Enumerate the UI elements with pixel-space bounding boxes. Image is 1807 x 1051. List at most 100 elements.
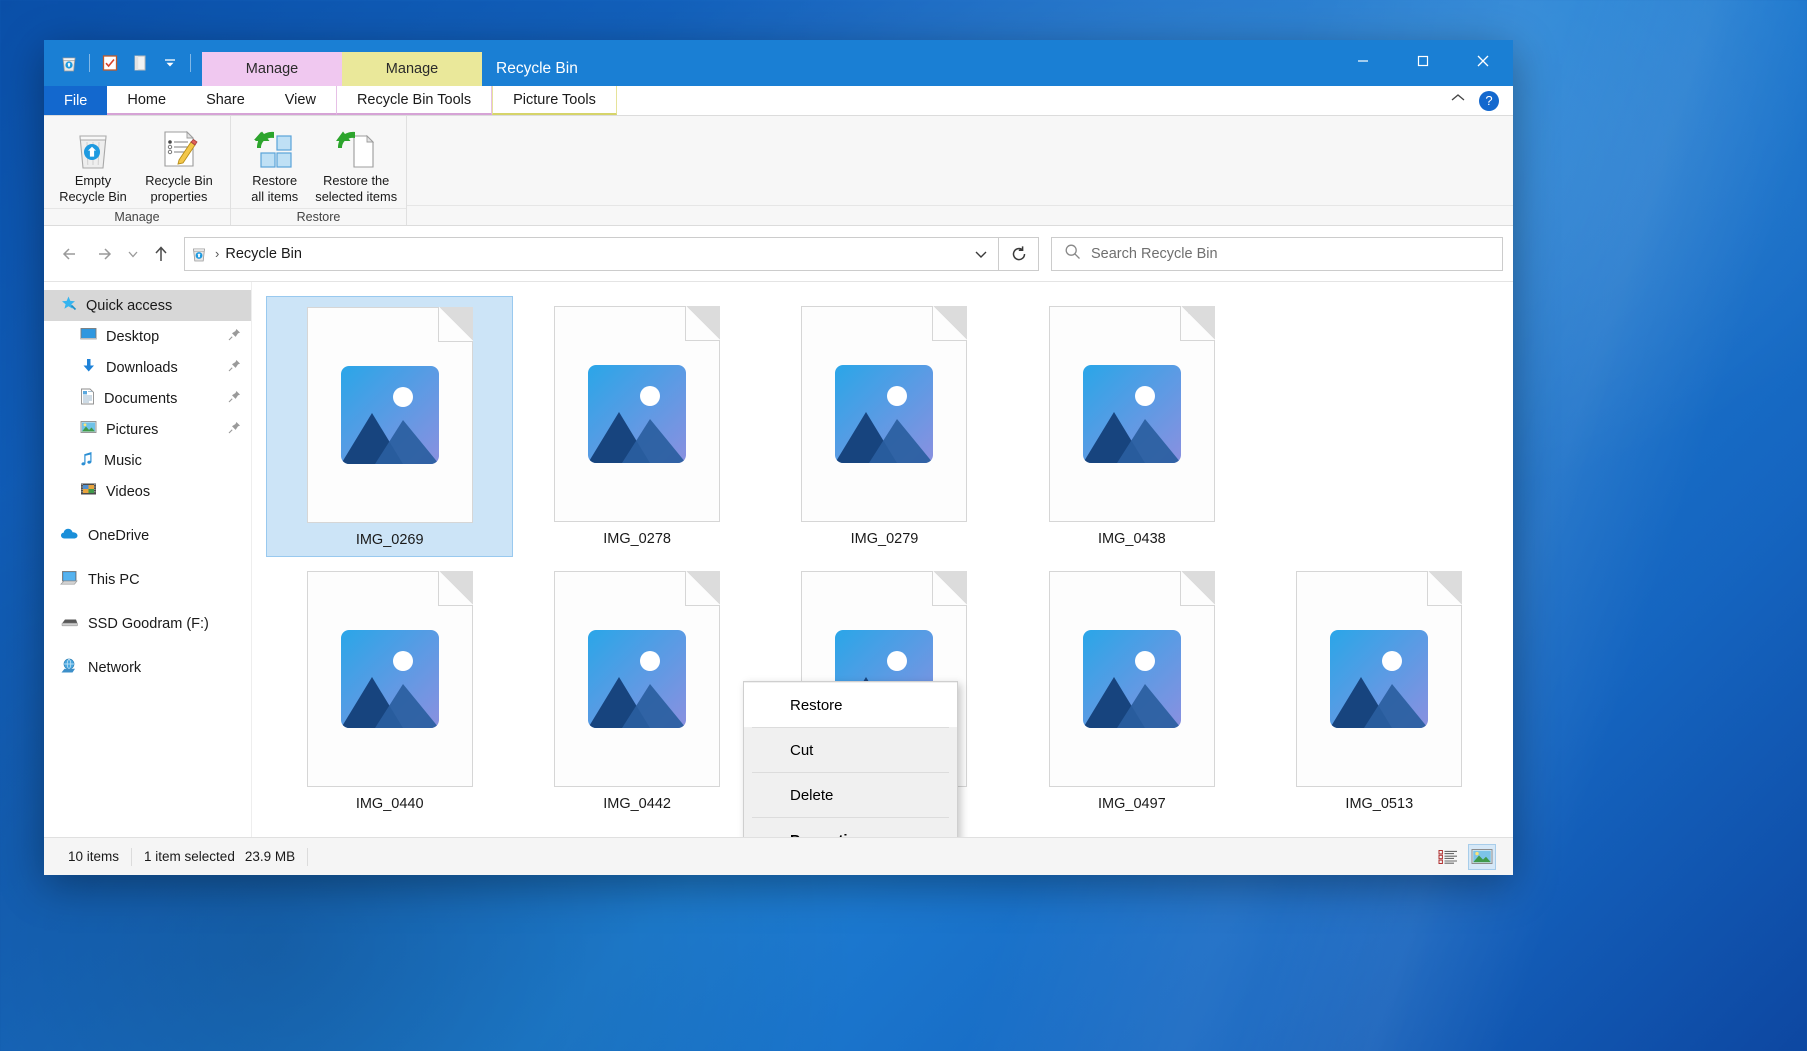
context-menu-item-restore[interactable]: Restore [744,683,957,727]
breadcrumb-recycle-bin[interactable]: Recycle Bin [225,246,302,262]
pin-icon[interactable] [228,328,241,345]
empty-recycle-bin-label-line2: Recycle Bin [59,189,127,204]
minimize-button[interactable] [1333,40,1393,82]
context-menu-item-cut[interactable]: Cut [744,728,957,772]
window-controls [1333,40,1513,82]
sidebar-item-music[interactable]: Music [44,445,251,476]
picture-icon [588,365,686,463]
recycle-bin-icon[interactable] [56,50,82,76]
cloud-icon [60,527,79,545]
picture-icon [1083,365,1181,463]
sidebar-label: Documents [104,391,177,407]
sidebar-label: Downloads [106,360,178,376]
pin-icon[interactable] [228,359,241,376]
file-tile[interactable]: IMG_0438 [1008,296,1255,557]
search-box[interactable]: Search Recycle Bin [1051,237,1503,271]
search-input[interactable]: Search Recycle Bin [1091,246,1218,262]
address-dropdown-icon[interactable] [964,248,998,260]
maximize-button[interactable] [1393,40,1453,82]
tab-file[interactable]: File [44,86,107,115]
contextual-tab-headers: Manage Manage [202,40,482,86]
address-bar[interactable]: › Recycle Bin [184,237,999,271]
status-item-count: 10 items [56,849,131,864]
pictures-icon [80,420,97,439]
large-icons-view-button[interactable] [1469,845,1495,869]
sidebar-item-onedrive[interactable]: OneDrive [44,520,251,551]
recycle-bin-properties-button[interactable]: Recycle Bin properties [136,124,222,208]
tab-share[interactable]: Share [186,86,265,115]
sidebar-item-pictures[interactable]: Pictures [44,414,251,445]
sidebar-label: This PC [88,572,140,588]
sidebar-spacer [44,551,251,564]
restore-selected-items-icon [334,128,378,170]
file-tile[interactable]: IMG_0513 [1256,561,1503,820]
empty-recycle-bin-button[interactable]: Empty Recycle Bin [50,124,136,208]
empty-recycle-bin-icon [73,128,113,170]
tab-view[interactable]: View [265,86,336,115]
toolbar-divider [190,54,191,72]
tab-picture-tools[interactable]: Picture Tools [492,86,617,115]
properties-icon[interactable] [97,50,123,76]
file-thumbnail [1049,571,1215,787]
context-menu-item-properties[interactable]: Properties [744,818,957,837]
file-name: IMG_0442 [603,796,671,812]
sidebar-item-desktop[interactable]: Desktop [44,321,251,352]
sidebar-item-this-pc[interactable]: This PC [44,564,251,595]
file-tile[interactable]: IMG_0497 [1008,561,1255,820]
ribbon-group-restore: Restore all items Restore th [230,116,406,225]
address-toolbar: › Recycle Bin Search Recycle Bin [44,226,1513,282]
main-area: Quick access Desktop [44,282,1513,837]
customize-chevron-icon[interactable] [157,50,183,76]
context-menu-item-delete[interactable]: Delete [744,773,957,817]
refresh-button[interactable] [999,237,1039,271]
file-tile[interactable]: IMG_0442 [513,561,760,820]
details-view-button[interactable] [1435,845,1461,869]
back-button[interactable] [54,237,88,271]
sidebar-label: OneDrive [88,528,149,544]
sidebar-item-network[interactable]: Network [44,652,251,683]
network-icon [60,658,79,678]
contextual-tab-manage-picture[interactable]: Manage [342,52,482,86]
ribbon-panel: Empty Recycle Bin [44,116,1513,226]
collapse-ribbon-icon[interactable] [1449,91,1467,110]
sidebar-item-downloads[interactable]: Downloads [44,352,251,383]
tab-recycle-bin-tools[interactable]: Recycle Bin Tools [336,86,492,115]
music-note-icon [80,451,95,471]
up-button[interactable] [144,237,178,271]
recycle-bin-breadcrumb-icon [185,245,213,263]
file-tile[interactable]: IMG_0278 [513,296,760,557]
pin-icon[interactable] [228,390,241,407]
download-icon [80,358,97,378]
close-button[interactable] [1453,40,1513,82]
recent-locations-button[interactable] [122,237,144,271]
contextual-tab-manage-recycle[interactable]: Manage [202,52,342,86]
sidebar-item-videos[interactable]: Videos [44,476,251,507]
tab-home[interactable]: Home [107,86,186,115]
restore-all-items-button[interactable]: Restore all items [237,124,312,208]
help-icon[interactable]: ? [1479,91,1499,111]
file-tile-empty [1256,296,1503,557]
forward-button[interactable] [88,237,122,271]
sidebar-item-ssd-goodram[interactable]: SSD Goodram (F:) [44,608,251,639]
restore-selected-items-button[interactable]: Restore the selected items [312,124,400,208]
file-tile[interactable]: IMG_0279 [761,296,1008,557]
file-name: IMG_0269 [356,532,424,548]
sidebar-item-documents[interactable]: Documents [44,383,251,414]
picture-icon [1083,630,1181,728]
file-list-area[interactable]: IMG_0269 IMG [252,282,1513,837]
ribbon-empty-label [407,205,1513,225]
pin-icon[interactable] [228,421,241,438]
file-tile[interactable]: IMG_0269 [266,296,513,557]
sidebar-spacer [44,595,251,608]
toolbar-divider [89,54,90,72]
computer-icon [60,570,79,590]
status-divider [307,848,308,866]
file-explorer-window: Manage Manage Recycle Bin File Home Shar… [44,40,1513,875]
new-folder-icon[interactable] [127,50,153,76]
sidebar-item-quick-access[interactable]: Quick access [44,290,251,321]
ribbon-tab-bar: File Home Share View Recycle Bin Tools P… [44,86,1513,116]
file-tile[interactable]: IMG_0440 [266,561,513,820]
sidebar-spacer [44,507,251,520]
star-pin-icon [60,295,77,316]
restore-selected-items-label-line2: selected items [315,189,397,204]
